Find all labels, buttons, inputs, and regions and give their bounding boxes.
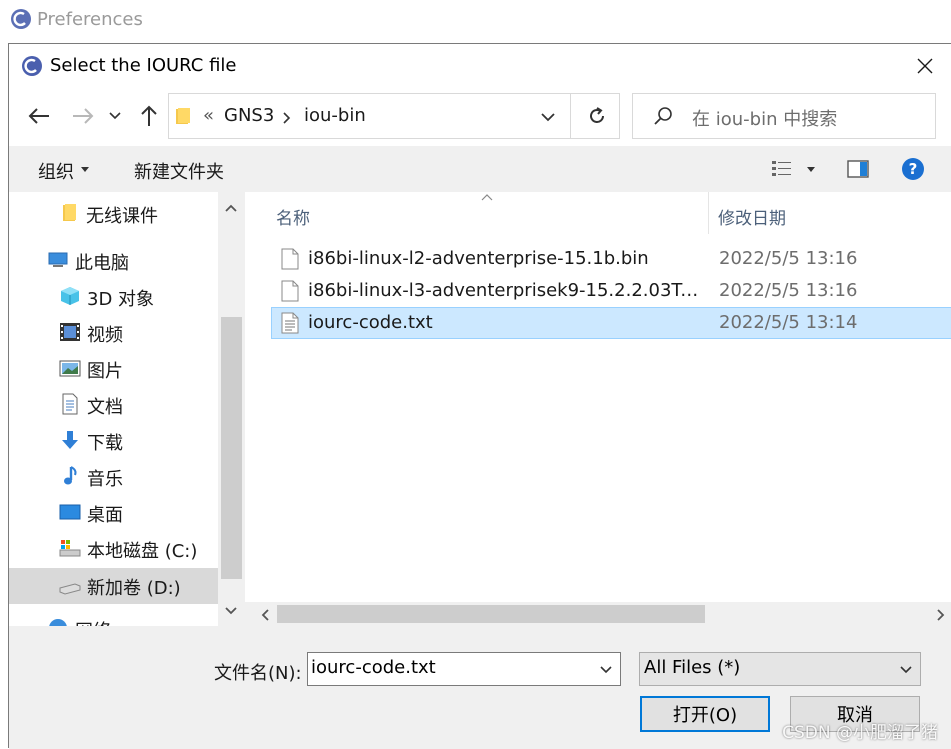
nav-item-videos[interactable]: 视频 — [9, 315, 218, 351]
scrollbar-thumb[interactable] — [277, 605, 705, 623]
file-icon — [281, 280, 299, 302]
back-button[interactable] — [25, 102, 53, 130]
navigation-pane[interactable]: 无线课件 此电脑 3D 对象 视频 图片 文档 下载 音乐 桌面 本地磁盘 (C… — [9, 192, 218, 626]
filename-label: 文件名(N): — [214, 663, 302, 684]
breadcrumb-overflow[interactable]: « — [203, 105, 214, 126]
nav-item-pictures[interactable]: 图片 — [9, 351, 218, 387]
up-button[interactable] — [135, 102, 163, 130]
breadcrumb-iou-bin[interactable]: iou-bin — [304, 105, 366, 126]
search-placeholder: 在 iou-bin 中搜索 — [692, 109, 838, 130]
arrow-left-icon — [28, 108, 49, 124]
desktop-icon — [59, 504, 81, 520]
address-divider — [570, 94, 571, 138]
folder-icon — [176, 108, 190, 124]
refresh-icon[interactable] — [587, 106, 607, 126]
pictures-icon — [59, 360, 81, 377]
command-toolbar: 组织 新建文件夹 ? — [9, 146, 951, 192]
computer-icon — [48, 252, 68, 267]
svg-text:?: ? — [909, 160, 918, 178]
chevron-down-icon[interactable] — [541, 113, 555, 122]
search-box[interactable]: 在 iou-bin 中搜索 — [632, 93, 936, 139]
watermark: CSDN @小肥溜了猪 — [782, 723, 938, 743]
nav-item-music[interactable]: 音乐 — [9, 459, 218, 495]
video-icon — [60, 323, 80, 341]
close-button[interactable] — [908, 50, 942, 82]
documents-icon — [62, 393, 78, 415]
caret-down-icon — [81, 167, 89, 172]
file-name: iourc-code.txt — [308, 312, 433, 333]
file-name: i86bi-linux-l2-adventerprise-15.1b.bin — [308, 248, 649, 269]
horizontal-scrollbar[interactable] — [255, 602, 951, 626]
file-icon — [281, 248, 299, 270]
chevron-right-icon — [283, 112, 291, 124]
recent-locations-button[interactable] — [105, 102, 125, 130]
chevron-down-icon — [109, 112, 121, 120]
file-row[interactable]: i86bi-linux-l3-adventerprisek9-15.2.2.03… — [271, 275, 951, 307]
chevron-down-icon[interactable] — [600, 666, 612, 674]
filename-input[interactable]: iourc-code.txt — [307, 652, 621, 686]
new-folder-button[interactable]: 新建文件夹 — [134, 158, 224, 184]
nav-item-3d-objects[interactable]: 3D 对象 — [9, 279, 218, 315]
breadcrumb-gns3[interactable]: GNS3 — [224, 105, 274, 126]
text-file-icon — [281, 312, 299, 334]
close-icon — [917, 58, 933, 74]
preferences-window-titlebar: Preferences — [0, 0, 951, 44]
arrow-up-icon — [141, 105, 157, 126]
drive-c-icon — [59, 540, 81, 557]
navigation-row: « GNS3 iou-bin 在 iou-bin 中搜索 — [9, 88, 951, 146]
organize-button[interactable]: 组织 — [38, 158, 74, 184]
file-name: i86bi-linux-l3-adventerprisek9-15.2.2.03… — [308, 280, 700, 301]
address-bar[interactable]: « GNS3 iou-bin — [168, 93, 620, 139]
dialog-title: Select the IOURC file — [50, 55, 237, 76]
nav-item-wireless-courseware[interactable]: 无线课件 — [9, 196, 218, 232]
file-dialog: Select the IOURC file « GNS3 iou-bin 在 i… — [8, 43, 951, 749]
gns3-logo-icon — [22, 56, 42, 76]
network-icon — [49, 619, 67, 626]
scroll-right-icon[interactable] — [937, 609, 945, 621]
view-options-icon[interactable] — [771, 160, 793, 178]
preview-pane-icon[interactable] — [847, 160, 869, 178]
file-row-selected[interactable]: iourc-code.txt 2022/5/5 13:14 — [271, 307, 951, 339]
filename-value: iourc-code.txt — [311, 657, 436, 678]
nav-item-this-pc[interactable]: 此电脑 — [9, 243, 218, 279]
download-icon — [62, 431, 78, 449]
column-header-date[interactable]: 修改日期 — [718, 204, 786, 229]
open-button[interactable]: 打开(O) — [640, 696, 770, 732]
scroll-left-icon[interactable] — [261, 609, 269, 621]
forward-button[interactable] — [69, 102, 97, 130]
help-icon[interactable]: ? — [901, 157, 925, 181]
chevron-down-icon — [900, 666, 912, 674]
nav-item-documents[interactable]: 文档 — [9, 387, 218, 423]
file-row[interactable]: i86bi-linux-l2-adventerprise-15.1b.bin 2… — [271, 243, 951, 275]
file-list[interactable]: 名称 修改日期 i86bi-linux-l2-adventerprise-15.… — [245, 192, 951, 602]
nav-item-drive-c[interactable]: 本地磁盘 (C:) — [9, 531, 218, 567]
scrollbar-thumb[interactable] — [221, 317, 242, 579]
nav-item-desktop[interactable]: 桌面 — [9, 495, 218, 531]
preferences-title: Preferences — [37, 9, 143, 30]
dialog-titlebar: Select the IOURC file — [9, 44, 951, 88]
filetype-select[interactable]: All Files (*) — [639, 652, 921, 686]
file-date: 2022/5/5 13:16 — [719, 248, 858, 269]
column-header-name[interactable]: 名称 — [276, 204, 310, 229]
drive-d-icon — [59, 583, 81, 595]
gns3-logo-icon — [11, 9, 31, 29]
sort-ascending-icon — [481, 194, 493, 201]
nav-item-drive-d[interactable]: 新加卷 (D:) — [9, 568, 218, 604]
dialog-footer: 文件名(N): iourc-code.txt All Files (*) 打开(… — [9, 626, 951, 749]
folder-icon — [63, 204, 76, 221]
file-date: 2022/5/5 13:14 — [719, 312, 858, 333]
filetype-value: All Files (*) — [644, 657, 741, 678]
column-separator[interactable] — [708, 192, 709, 234]
scroll-up-icon[interactable] — [225, 204, 237, 212]
arrow-right-icon — [73, 108, 94, 124]
file-date: 2022/5/5 13:16 — [719, 280, 858, 301]
nav-item-network[interactable]: 网络 — [9, 611, 218, 626]
3d-objects-icon — [61, 287, 79, 305]
caret-down-icon[interactable] — [807, 167, 815, 172]
nav-item-downloads[interactable]: 下载 — [9, 423, 218, 459]
scroll-down-icon[interactable] — [225, 607, 237, 615]
search-icon — [654, 107, 672, 125]
navigation-scrollbar[interactable] — [218, 192, 245, 626]
music-icon — [64, 466, 77, 485]
